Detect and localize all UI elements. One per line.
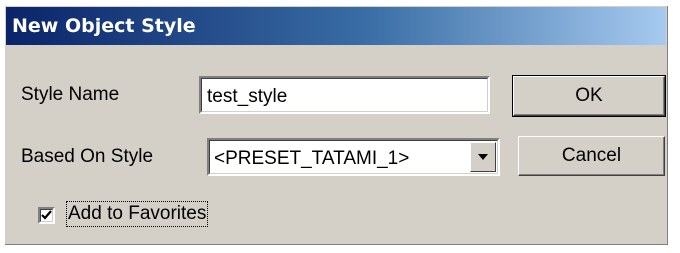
based-on-style-label: Based On Style — [21, 146, 154, 167]
style-name-label: Style Name — [21, 84, 120, 105]
cancel-button[interactable]: Cancel — [518, 136, 665, 176]
based-on-style-select[interactable]: <PRESET_TATAMI_1> — [207, 138, 500, 176]
new-object-style-dialog: New Object Style Style Name test_style O… — [4, 5, 668, 245]
cancel-button-label: Cancel — [561, 145, 622, 166]
add-to-favorites-label[interactable]: Add to Favorites — [65, 201, 209, 227]
chevron-down-icon — [478, 154, 488, 160]
dropdown-button[interactable] — [470, 142, 496, 172]
ok-button-label: OK — [575, 85, 603, 106]
based-on-style-value: <PRESET_TATAMI_1> — [214, 148, 410, 169]
style-name-value: test_style — [207, 86, 288, 107]
ok-button[interactable]: OK — [512, 75, 666, 117]
add-to-favorites-checkbox[interactable] — [38, 207, 55, 224]
checkmark-icon — [41, 210, 52, 220]
title-bar[interactable]: New Object Style — [6, 7, 666, 45]
style-name-input[interactable]: test_style — [199, 76, 490, 114]
dialog-title: New Object Style — [12, 15, 196, 37]
